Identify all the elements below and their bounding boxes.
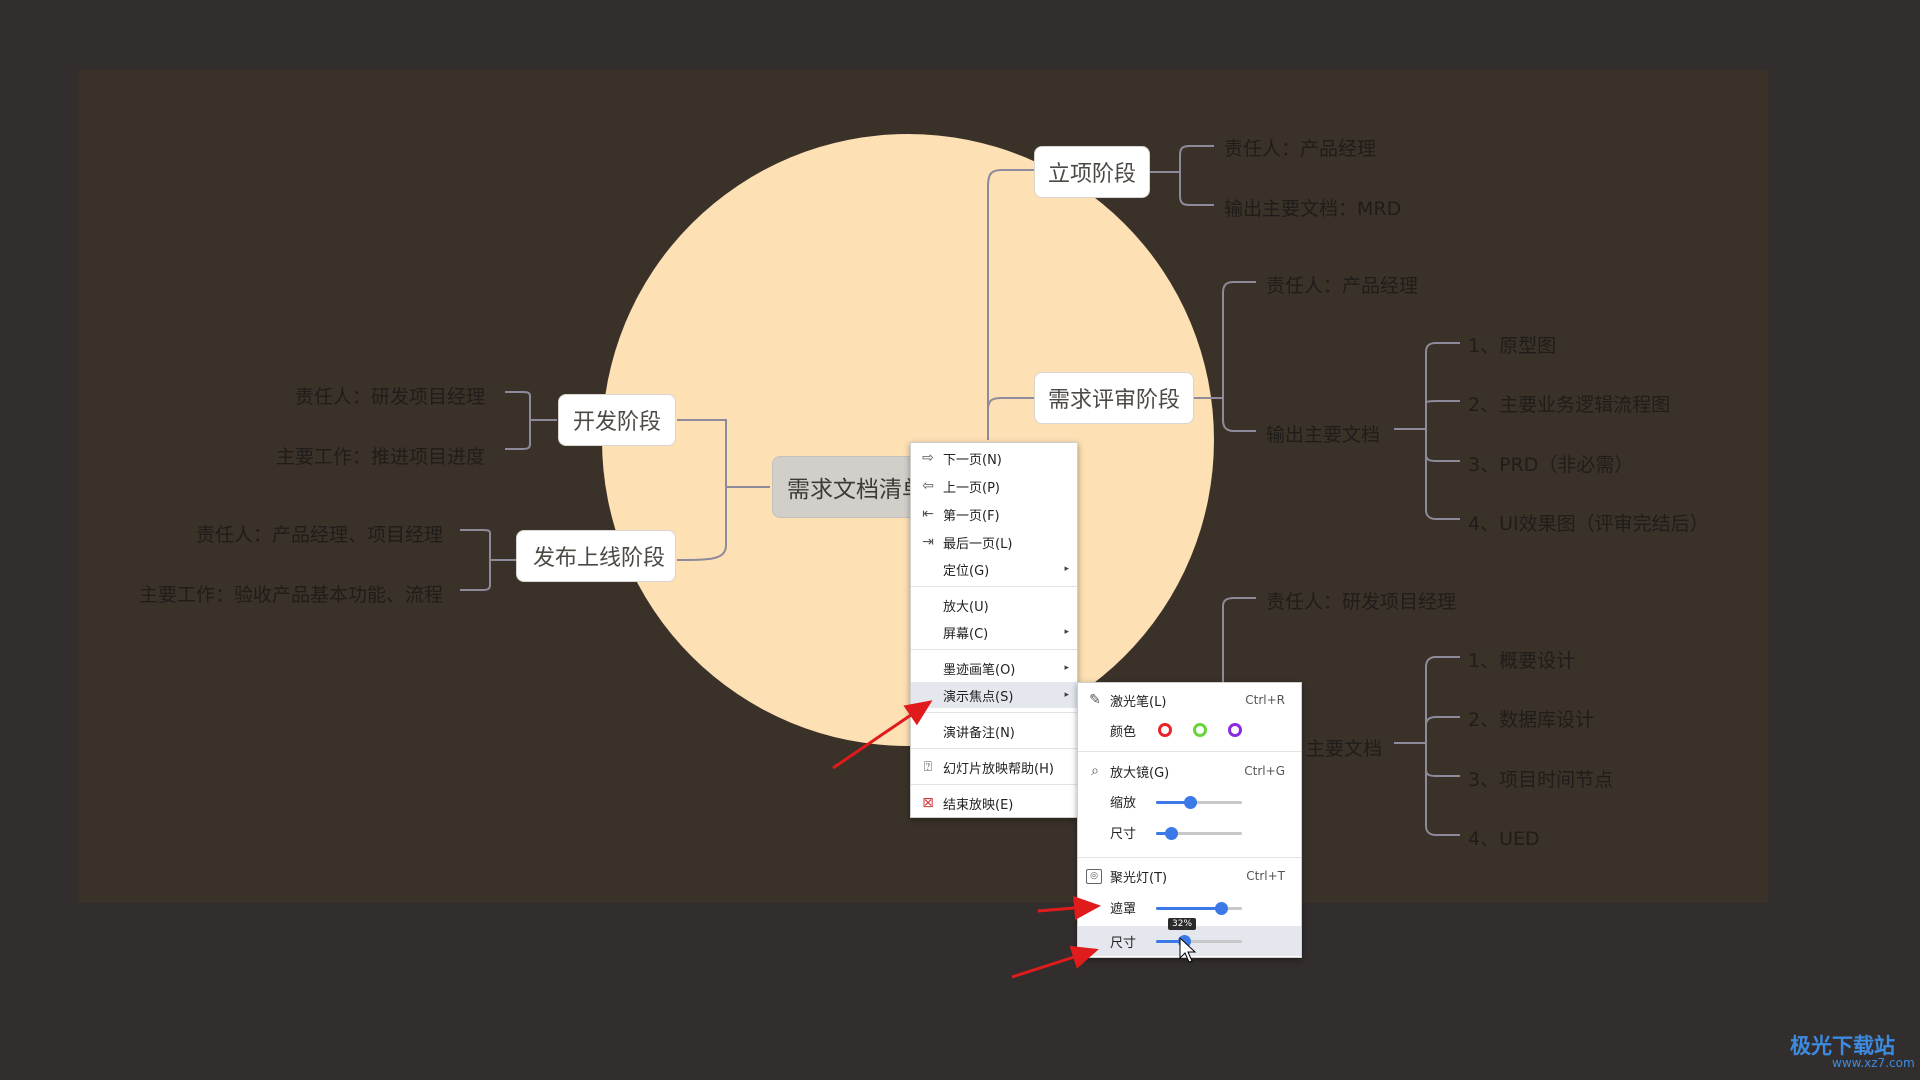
red-arrow-size [1011, 945, 1099, 979]
red-arrow-focus [832, 700, 933, 770]
annotation-arrows [832, 700, 1197, 979]
slideshow-screen: 需求文档清单 开发阶段 发布上线阶段 立项阶段 需求评审阶段 责任人：研发项目经… [0, 0, 1920, 1080]
watermark-url: www.xz7.com [1832, 1056, 1915, 1070]
red-arrow-mask [1037, 896, 1101, 920]
mouse-cursor-icon [1179, 936, 1197, 963]
